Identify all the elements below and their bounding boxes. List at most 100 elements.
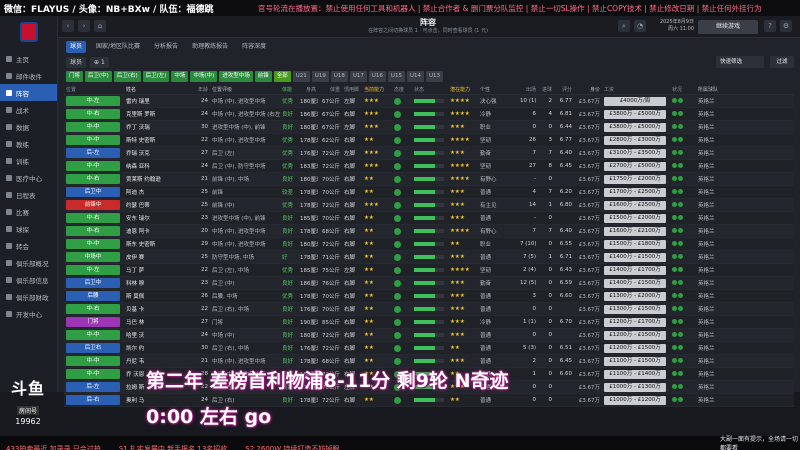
home-icon[interactable]: ⌂ bbox=[94, 20, 106, 32]
player-name[interactable]: 皮伊 赛 bbox=[124, 253, 196, 261]
player-name[interactable]: 哈里 沃 bbox=[124, 331, 196, 339]
position-chip[interactable]: U19 bbox=[311, 71, 329, 82]
player-wage[interactable]: £2700万 - £5000万 bbox=[604, 161, 666, 171]
forward-arrow-icon[interactable]: › bbox=[78, 20, 90, 32]
player-name[interactable]: 迪恩 阿卡 bbox=[124, 227, 196, 235]
position-selector[interactable]: 后腰 bbox=[66, 291, 120, 301]
column-header[interactable]: 工资 bbox=[602, 86, 670, 93]
position-selector[interactable]: 中-中 bbox=[66, 122, 120, 132]
table-row[interactable]: 中-中斯特 史密斯22中场 (中), 进攻型中场优秀178厘米62公斤右脚★★★… bbox=[64, 134, 794, 147]
position-selector[interactable]: 中-右 bbox=[66, 174, 120, 184]
position-selector[interactable]: 后-左 bbox=[66, 148, 120, 158]
table-row[interactable]: 后腰斯 莫佩26后腰, 中场优秀178厘米70公斤右脚★★★★★普通306.60… bbox=[64, 290, 794, 303]
table-row[interactable]: 中-右贝基 卡22后卫 (右), 中场良好176厘米70公斤右脚★★★★★普通0… bbox=[64, 303, 794, 316]
player-name[interactable]: 纳森 亚科 bbox=[124, 162, 196, 170]
column-header[interactable]: 态度 bbox=[392, 86, 412, 93]
position-chip[interactable]: U21 bbox=[292, 71, 310, 82]
sidebar-item[interactable]: 俱乐部概况 bbox=[0, 254, 57, 271]
player-name[interactable]: 贝基 卡 bbox=[124, 305, 196, 313]
player-name[interactable]: 凯尔 约 bbox=[124, 344, 196, 352]
sidebar-item[interactable]: 主页 bbox=[0, 50, 57, 67]
position-chip[interactable]: 后卫(中) bbox=[85, 71, 112, 82]
player-wage[interactable]: £3800万 - £5000万 bbox=[604, 122, 666, 132]
player-name[interactable]: 约瑟 巴蒂 bbox=[124, 201, 196, 209]
position-chip[interactable]: 前锋 bbox=[254, 71, 272, 82]
position-selector[interactable]: 中-右 bbox=[66, 226, 120, 236]
player-name[interactable]: 贾莱斯 约翰逊 bbox=[124, 175, 196, 183]
tab-item[interactable]: 阵容深度 bbox=[238, 41, 270, 53]
position-selector[interactable]: 中-中 bbox=[66, 161, 120, 171]
sidebar-item[interactable]: 训练 bbox=[0, 152, 57, 169]
club-crest-icon[interactable] bbox=[19, 22, 38, 42]
filter-chip[interactable]: 球员 bbox=[66, 56, 87, 68]
player-name[interactable]: 雷内 瑞里 bbox=[124, 97, 196, 105]
column-header[interactable]: 状况 bbox=[670, 86, 696, 93]
position-selector[interactable]: 中-中 bbox=[66, 135, 120, 145]
column-header[interactable]: 状态 bbox=[412, 86, 448, 93]
table-row[interactable]: 中-左马丁 萨22后卫 (左), 中场优秀185厘米75公斤左脚★★★★★★坚韧… bbox=[64, 264, 794, 277]
player-name[interactable]: 马巴 林 bbox=[124, 318, 196, 326]
player-name[interactable]: 阿迪 杰 bbox=[124, 188, 196, 196]
player-wage[interactable]: £1400万 - £1500万 bbox=[604, 278, 666, 288]
search-icon[interactable]: ⌕ bbox=[618, 20, 630, 32]
player-wage[interactable]: £1750万 - £2000万 bbox=[604, 174, 666, 184]
player-name[interactable]: 斯 莫佩 bbox=[124, 292, 196, 300]
player-name[interactable]: 斯特 史密斯 bbox=[124, 136, 196, 144]
position-selector[interactable]: 中场中 bbox=[66, 252, 120, 262]
position-selector[interactable]: 中-右 bbox=[66, 109, 120, 119]
table-row[interactable]: 中-中乔丁 沃瑞 30 进攻型中场 (中), 前锋 良好 180厘米 67公斤左脚 ★★★ ★… bbox=[64, 121, 794, 134]
table-row[interactable]: 后-左乔瑞 沃克27后卫 (左)优秀176厘米72公斤左脚★★★★★★勤奋776… bbox=[64, 147, 794, 160]
table-row[interactable]: 中-右安东 瑞尔23进攻型中场 (中), 前锋良好185厘米70公斤右脚★★★★… bbox=[64, 212, 794, 225]
sidebar-item[interactable]: 比赛 bbox=[0, 203, 57, 220]
column-header[interactable]: 个性 bbox=[478, 86, 518, 93]
sidebar-item[interactable]: 教练 bbox=[0, 135, 57, 152]
player-wage[interactable]: £1100万 - £1500万 bbox=[604, 356, 666, 366]
player-name[interactable]: 安东 瑞尔 bbox=[124, 214, 196, 222]
player-wage[interactable]: £1300万 - £1500万 bbox=[604, 304, 666, 314]
position-selector[interactable]: 中-中 bbox=[66, 239, 120, 249]
position-selector[interactable]: 后-右 bbox=[66, 395, 120, 405]
table-row[interactable]: 门将马巴 林27门将良好190厘米85公斤右脚★★★★★冷静1 (1)06.70… bbox=[64, 316, 794, 329]
position-selector[interactable]: 中-右 bbox=[66, 304, 120, 314]
table-row[interactable]: 中-右克里斯 罗斯 24 中场 (中), 进攻型中场 (右左中)良好 186厘米 67公… bbox=[64, 108, 794, 121]
sidebar-item[interactable]: 球探 bbox=[0, 220, 57, 237]
player-wage[interactable]: £4000万/周 bbox=[604, 96, 666, 106]
player-wage[interactable]: £1200万 - £1500万 bbox=[604, 330, 666, 340]
column-header[interactable]: 进球 bbox=[538, 86, 554, 93]
player-name[interactable]: 斯东 史密斯 bbox=[124, 240, 196, 248]
sidebar-item[interactable]: 俱乐部财政 bbox=[0, 288, 57, 305]
column-header[interactable]: 评分 bbox=[554, 86, 574, 93]
player-wage[interactable]: £1500万 - £2000万 bbox=[604, 213, 666, 223]
tab-item[interactable]: 分析报告 bbox=[150, 41, 182, 53]
table-row[interactable]: 中-中斯东 史密斯 29 中场 (中), 进攻型中场 良好 180厘米 72公斤右脚 ★★ ★… bbox=[64, 238, 794, 251]
column-header[interactable]: 体能 bbox=[280, 86, 298, 93]
player-wage[interactable]: £1600万 - £2100万 bbox=[604, 226, 666, 236]
column-header[interactable]: 出场 bbox=[518, 86, 538, 93]
position-selector[interactable]: 前锋中 bbox=[66, 200, 120, 210]
player-name[interactable]: 克里斯 罗斯 bbox=[124, 110, 196, 118]
table-row[interactable]: 中场中皮伊 赛25防守型中场, 中场好178厘米71公斤右脚★★★★★普通7 (… bbox=[64, 251, 794, 264]
tab-item[interactable]: 球员 bbox=[66, 41, 87, 53]
player-name[interactable]: 乔丁 沃瑞 bbox=[124, 123, 196, 131]
column-header[interactable]: 位置评级 bbox=[210, 86, 280, 93]
sidebar-item[interactable]: 转会 bbox=[0, 237, 57, 254]
position-selector[interactable]: 中-中 bbox=[66, 369, 120, 379]
table-row[interactable]: 后卫中阿迪 杰25前锋较差178厘米70公斤右脚★★★★★普通476.20£3.… bbox=[64, 186, 794, 199]
position-selector[interactable]: 后卫中 bbox=[66, 278, 120, 288]
player-wage[interactable]: £1400万 - £1700万 bbox=[604, 265, 666, 275]
position-selector[interactable]: 中-左 bbox=[66, 265, 120, 275]
position-chip[interactable]: 中场(中) bbox=[190, 71, 218, 82]
sidebar-item[interactable]: 数据 bbox=[0, 118, 57, 135]
table-row[interactable]: 中-中哈里 沃24中场 (中)良好180厘米72公斤右脚★★★★★普通00£3.… bbox=[64, 329, 794, 342]
position-selector[interactable]: 中-左 bbox=[66, 96, 120, 106]
player-name[interactable]: 丹尼 韦 bbox=[124, 357, 196, 365]
column-header[interactable]: 当前能力 bbox=[362, 86, 392, 93]
settings-gear-icon[interactable]: ⚙ bbox=[780, 20, 792, 32]
position-chip[interactable]: U16 bbox=[368, 71, 386, 82]
sidebar-item[interactable]: 邮件收件 bbox=[0, 67, 57, 84]
table-row[interactable]: 前锋中约瑟 巴蒂 25 前锋 (中) 优秀 178厘米 72公斤右脚 ★★★ ★★★ 有主见 14… bbox=[64, 199, 794, 212]
table-row[interactable]: 后卫右凯尔 约 30 后卫 (右), 中场 良好 176厘米 72公斤右脚 ★★ ★★ 普通 5 … bbox=[64, 342, 794, 355]
position-chip[interactable]: U13 bbox=[425, 71, 444, 82]
player-wage[interactable]: £1600万 - £2500万 bbox=[604, 200, 666, 210]
player-wage[interactable]: £3800万 - £5000万 bbox=[604, 109, 666, 119]
